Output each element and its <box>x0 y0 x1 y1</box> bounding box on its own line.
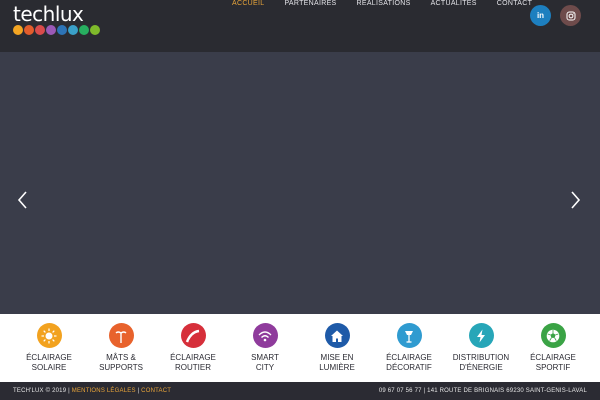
logo-icons <box>13 25 100 35</box>
logo-dot <box>46 25 56 35</box>
logo[interactable]: techlux <box>13 4 100 35</box>
service-label: ÉCLAIRAGE SPORTIF <box>530 353 576 372</box>
services-bar: ÉCLAIRAGE SOLAIRE MÂTS & SUPPORTS ÉCLAIR… <box>0 314 600 382</box>
legal-link[interactable]: MENTIONS LÉGALES <box>72 388 136 394</box>
logo-dot <box>90 25 100 35</box>
nav-item-actualites[interactable]: ACTUALITÉS <box>431 0 477 10</box>
nav-item-contact[interactable]: CONTACT <box>497 0 532 10</box>
instagram-icon[interactable] <box>560 5 581 26</box>
logo-dot <box>79 25 89 35</box>
nav-item-realisations[interactable]: RÉALISATIONS <box>357 0 411 10</box>
service-mats-supports[interactable]: MÂTS & SUPPORTS <box>85 314 157 382</box>
logo-dot <box>13 25 23 35</box>
service-label: DISTRIBUTION D'ÉNERGIE <box>452 353 510 372</box>
service-eclairage-solaire[interactable]: ÉCLAIRAGE SOLAIRE <box>13 314 85 382</box>
main-nav: ACCUEIL PARTENAIRES RÉALISATIONS ACTUALI… <box>232 0 532 10</box>
logo-dot <box>35 25 45 35</box>
service-eclairage-decoratif[interactable]: ÉCLAIRAGE DÉCORATIF <box>373 314 445 382</box>
service-label: SMART CITY <box>251 353 279 372</box>
service-mise-en-lumiere[interactable]: MISE EN LUMIÈRE <box>301 314 373 382</box>
logo-dot <box>68 25 78 35</box>
service-label: ÉCLAIRAGE DÉCORATIF <box>386 353 432 372</box>
footer-address: 09 67 07 56 77 | 141 ROUTE DE BRIGNAIS 6… <box>378 388 587 394</box>
chevron-right-icon[interactable] <box>568 189 582 211</box>
service-label: ÉCLAIRAGE ROUTIER <box>170 353 216 372</box>
mast-icon <box>108 323 134 348</box>
service-distribution-energie[interactable]: DISTRIBUTION D'ÉNERGIE <box>445 314 517 382</box>
service-label: MISE EN LUMIÈRE <box>319 353 355 372</box>
hero-slider <box>0 52 600 314</box>
service-eclairage-routier[interactable]: ÉCLAIRAGE ROUTIER <box>157 314 229 382</box>
linkedin-icon[interactable]: in <box>530 5 551 26</box>
logo-dot <box>57 25 67 35</box>
building-icon <box>324 323 350 348</box>
nav-item-accueil[interactable]: ACCUEIL <box>232 0 264 10</box>
wifi-icon <box>252 323 278 348</box>
footer-contact-link[interactable]: CONTACT <box>141 388 171 394</box>
chevron-left-icon[interactable] <box>16 189 30 211</box>
copyright-text: TECH'LUX © 2019 | <box>13 388 70 394</box>
logo-dot <box>24 25 34 35</box>
lightning-icon <box>468 323 494 348</box>
footer-separator: | <box>137 388 140 394</box>
logo-text: techlux <box>13 2 84 26</box>
site-footer: TECH'LUX © 2019 | MENTIONS LÉGALES | CON… <box>0 382 600 400</box>
instagram-glyph <box>566 11 575 20</box>
sun-icon <box>36 323 62 348</box>
service-label: ÉCLAIRAGE SOLAIRE <box>26 353 72 372</box>
site-header: techlux ACCUEIL PARTENAIRES RÉALISATIONS… <box>0 0 600 52</box>
service-label: MÂTS & SUPPORTS <box>99 353 143 372</box>
service-eclairage-sportif[interactable]: ÉCLAIRAGE SPORTIF <box>517 314 589 382</box>
lamp-icon <box>396 323 422 348</box>
footer-left: TECH'LUX © 2019 | MENTIONS LÉGALES | CON… <box>13 388 171 394</box>
road-icon <box>180 323 206 348</box>
nav-item-partenaires[interactable]: PARTENAIRES <box>284 0 336 10</box>
service-smart-city[interactable]: SMART CITY <box>229 314 301 382</box>
football-icon <box>540 323 566 348</box>
